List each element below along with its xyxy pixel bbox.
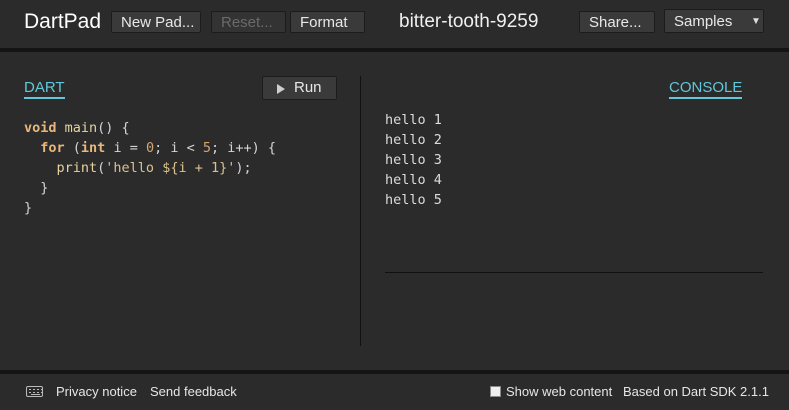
top-bar: DartPad New Pad... Reset... Format bitte… (0, 0, 789, 48)
format-button[interactable]: Format (290, 11, 365, 33)
app-title: DartPad (24, 10, 102, 33)
console-line: hello 1 (385, 112, 442, 128)
code-line-1: void main() { (24, 120, 130, 136)
share-button[interactable]: Share... (579, 11, 655, 33)
console-line: hello 2 (385, 132, 442, 148)
console-divider[interactable] (385, 272, 763, 273)
code-line-3: print('hello ${i + 1}'); (56, 160, 252, 176)
console-output: hello 1 hello 2 hello 3 hello 4 hello 5 (385, 110, 442, 210)
main-area: DART Run void main() { for (int i = 0; i… (0, 52, 789, 372)
code-editor[interactable]: void main() { for (int i = 0; i < 5; i++… (24, 118, 276, 218)
show-web-content-checkbox[interactable] (490, 386, 501, 397)
pad-name[interactable]: bitter-tooth-9259 (399, 11, 538, 33)
panel-divider[interactable] (360, 76, 361, 346)
send-feedback-link[interactable]: Send feedback (150, 384, 237, 399)
samples-dropdown[interactable]: Samples ▼ (664, 9, 764, 33)
sdk-version-label: Based on Dart SDK 2.1.1 (623, 384, 769, 399)
code-line-5: } (24, 200, 33, 216)
console-line: hello 3 (385, 152, 442, 168)
samples-label: Samples (674, 13, 733, 30)
chevron-down-icon: ▼ (751, 16, 761, 27)
tab-dart[interactable]: DART (24, 79, 65, 99)
new-pad-button[interactable]: New Pad... (111, 11, 201, 33)
reset-button[interactable]: Reset... (211, 11, 286, 33)
footer: Privacy notice Send feedback Show web co… (0, 374, 789, 410)
keyboard-icon[interactable] (26, 386, 43, 397)
play-icon (277, 84, 285, 94)
run-label: Run (294, 79, 322, 96)
show-web-content-label[interactable]: Show web content (506, 384, 612, 399)
console-line: hello 4 (385, 172, 442, 188)
tab-console[interactable]: CONSOLE (669, 79, 743, 99)
run-button[interactable]: Run (262, 76, 337, 100)
code-line-4: } (40, 180, 49, 196)
console-line: hello 5 (385, 192, 442, 208)
privacy-notice-link[interactable]: Privacy notice (56, 384, 137, 399)
code-line-2: for (int i = 0; i < 5; i++) { (40, 140, 277, 156)
